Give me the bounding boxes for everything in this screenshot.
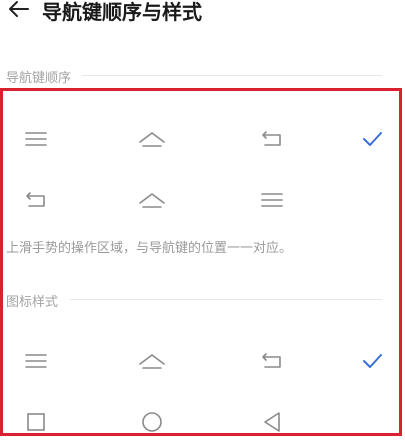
icon-style-option-1[interactable] xyxy=(0,341,405,381)
divider xyxy=(82,75,382,76)
app-header: 导航键顺序与样式 xyxy=(0,0,405,30)
menu-lines-icon xyxy=(16,119,56,159)
check-icon xyxy=(352,119,392,159)
nav-order-option-2[interactable] xyxy=(0,180,405,220)
home-chevron-icon xyxy=(132,341,172,381)
section-label-icon-style: 图标样式 xyxy=(6,295,59,310)
back-arrow-icon xyxy=(252,119,292,159)
menu-lines-icon xyxy=(16,341,56,381)
circle-icon xyxy=(132,402,172,442)
triangle-left-icon xyxy=(252,402,292,442)
menu-lines-icon xyxy=(252,180,292,220)
back-arrow-icon xyxy=(252,341,292,381)
divider xyxy=(70,299,382,300)
nav-order-option-1[interactable] xyxy=(0,119,405,159)
home-chevron-icon xyxy=(132,180,172,220)
icon-style-option-2[interactable] xyxy=(0,402,405,442)
home-chevron-icon xyxy=(132,119,172,159)
gesture-hint-text: 上滑手势的操作区域，与导航键的位置一一对应。 xyxy=(6,241,293,256)
back-arrow-icon xyxy=(16,180,56,220)
back-arrow-icon[interactable] xyxy=(8,0,30,18)
check-icon xyxy=(352,341,392,381)
section-label-nav-order: 导航键顺序 xyxy=(6,71,72,86)
page-title: 导航键顺序与样式 xyxy=(42,0,202,24)
square-icon xyxy=(16,402,56,442)
